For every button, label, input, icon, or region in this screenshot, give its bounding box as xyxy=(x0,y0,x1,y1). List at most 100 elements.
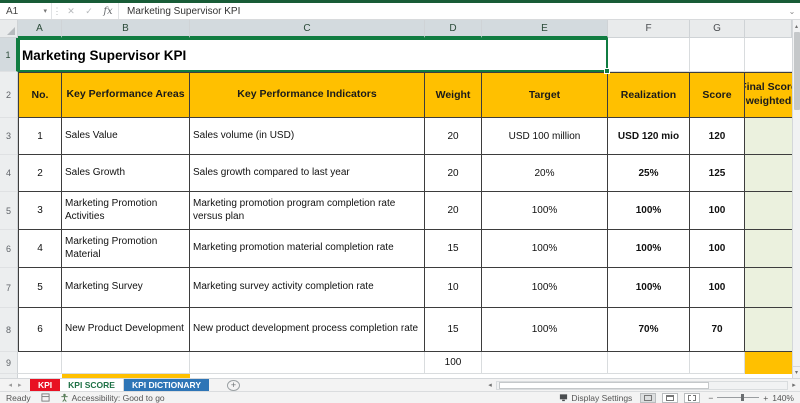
fill-handle[interactable] xyxy=(604,68,610,74)
scroll-down-icon[interactable]: ▾ xyxy=(793,366,800,378)
cell-target-2[interactable]: 20% xyxy=(482,155,608,192)
cell-e9[interactable] xyxy=(482,352,608,374)
name-box[interactable]: A1 ▾ xyxy=(0,3,52,19)
header-weight[interactable]: Weight xyxy=(425,72,482,118)
vertical-scrollbar[interactable]: ▴ ▾ xyxy=(792,20,800,378)
row-header-5[interactable]: 5 xyxy=(0,192,18,230)
column-header-a[interactable]: A xyxy=(18,20,62,38)
name-box-dropdown-icon[interactable]: ▾ xyxy=(43,7,47,15)
cell-weight-6[interactable]: 15 xyxy=(425,308,482,352)
header-no[interactable]: No. xyxy=(18,72,62,118)
row-header-6[interactable]: 6 xyxy=(0,230,18,268)
page-break-view-button[interactable] xyxy=(684,392,701,403)
sheet-tab-kpi[interactable]: KPI xyxy=(30,379,61,391)
scroll-left-icon[interactable]: ◂ xyxy=(484,381,496,389)
column-header-g[interactable]: G xyxy=(690,20,745,38)
cell-weight-4[interactable]: 15 xyxy=(425,230,482,268)
expand-formula-bar-icon[interactable]: ⌄ xyxy=(784,7,800,16)
cell-area-2[interactable]: Sales Growth xyxy=(62,155,190,192)
cell-final-6[interactable] xyxy=(745,308,792,352)
cell-indicator-1[interactable]: Sales volume (in USD) xyxy=(190,118,425,155)
cancel-icon[interactable]: ✕ xyxy=(62,6,80,17)
cell-target-1[interactable]: USD 100 million xyxy=(482,118,608,155)
cell-no-3[interactable]: 3 xyxy=(18,192,62,230)
cell-g9[interactable] xyxy=(690,352,745,374)
cell-score-4[interactable]: 100 xyxy=(690,230,745,268)
cell-final-4[interactable] xyxy=(745,230,792,268)
cell-score-5[interactable]: 100 xyxy=(690,268,745,308)
cell-indicator-5[interactable]: Marketing survey activity completion rat… xyxy=(190,268,425,308)
cell-indicator-2[interactable]: Sales growth compared to last year xyxy=(190,155,425,192)
cell-no-6[interactable]: 6 xyxy=(18,308,62,352)
header-areas[interactable]: Key Performance Areas xyxy=(62,72,190,118)
row-header-9[interactable]: 9 xyxy=(0,352,18,374)
row-header-4[interactable]: 4 xyxy=(0,155,18,192)
cell-total-weight[interactable]: 100 xyxy=(425,352,482,374)
scroll-up-icon[interactable]: ▴ xyxy=(793,20,800,32)
cell-area-4[interactable]: Marketing Promotion Material xyxy=(62,230,190,268)
horizontal-scrollbar-thumb[interactable] xyxy=(499,381,709,389)
cell-area-1[interactable]: Sales Value xyxy=(62,118,190,155)
zoom-slider-thumb[interactable] xyxy=(741,394,745,401)
cell-no-4[interactable]: 4 xyxy=(18,230,62,268)
cell-area-6[interactable]: New Product Development xyxy=(62,308,190,352)
cell-target-3[interactable]: 100% xyxy=(482,192,608,230)
cell-realization-3[interactable]: 100% xyxy=(608,192,690,230)
cell-no-1[interactable]: 1 xyxy=(18,118,62,155)
cell-target-5[interactable]: 100% xyxy=(482,268,608,308)
cell-a10[interactable] xyxy=(18,374,62,378)
prev-sheet-icon[interactable]: ◂ xyxy=(8,381,12,389)
cell-f1[interactable] xyxy=(608,38,690,72)
cell-h1[interactable] xyxy=(745,38,792,72)
insert-function-icon[interactable]: fx xyxy=(98,6,118,17)
cell-indicator-4[interactable]: Marketing promotion material completion … xyxy=(190,230,425,268)
row-header-2[interactable]: 2 xyxy=(0,72,18,118)
zoom-in-icon[interactable]: + xyxy=(763,393,768,403)
cell-realization-1[interactable]: USD 120 mio xyxy=(608,118,690,155)
cell-indicator-6[interactable]: New product development process completi… xyxy=(190,308,425,352)
formula-input[interactable]: Marketing Supervisor KPI xyxy=(118,3,784,19)
title-cell[interactable]: Marketing Supervisor KPI xyxy=(18,38,608,72)
row-header-1[interactable]: 1 xyxy=(0,38,18,72)
sheet-tab-kpi-score[interactable]: KPI SCORE xyxy=(60,379,124,391)
cell-no-5[interactable]: 5 xyxy=(18,268,62,308)
select-all-button[interactable] xyxy=(0,20,18,38)
column-header-b[interactable]: B xyxy=(62,20,190,38)
cell-c9[interactable] xyxy=(190,352,425,374)
new-sheet-icon[interactable]: + xyxy=(227,379,241,391)
cell-realization-6[interactable]: 70% xyxy=(608,308,690,352)
cell-weight-1[interactable]: 20 xyxy=(425,118,482,155)
cell-final-1[interactable] xyxy=(745,118,792,155)
cell-weight-5[interactable]: 10 xyxy=(425,268,482,308)
sheet-tab-kpi-dictionary[interactable]: KPI DICTIONARY xyxy=(123,379,210,391)
next-sheet-icon[interactable]: ▸ xyxy=(18,381,22,389)
row-header-3[interactable]: 3 xyxy=(0,118,18,155)
zoom-level[interactable]: 140% xyxy=(772,393,794,403)
cell-realization-4[interactable]: 100% xyxy=(608,230,690,268)
cell-realization-5[interactable]: 100% xyxy=(608,268,690,308)
cell-weight-3[interactable]: 20 xyxy=(425,192,482,230)
header-score[interactable]: Score xyxy=(690,72,745,118)
column-header-c[interactable]: C xyxy=(190,20,425,38)
page-layout-view-button[interactable] xyxy=(662,392,679,403)
cell-b10[interactable] xyxy=(62,374,190,378)
row-header-10[interactable] xyxy=(0,374,18,378)
cell-indicator-3[interactable]: Marketing promotion program completion r… xyxy=(190,192,425,230)
cell-score-6[interactable]: 70 xyxy=(690,308,745,352)
cell-target-4[interactable]: 100% xyxy=(482,230,608,268)
column-header-h[interactable] xyxy=(745,20,792,38)
row-header-8[interactable]: 8 xyxy=(0,308,18,352)
cell-area-3[interactable]: Marketing Promotion Activities xyxy=(62,192,190,230)
cell-final-5[interactable] xyxy=(745,268,792,308)
header-indicators[interactable]: Key Performance Indicators xyxy=(190,72,425,118)
cell-final-2[interactable] xyxy=(745,155,792,192)
cell-area-5[interactable]: Marketing Survey xyxy=(62,268,190,308)
cell-score-1[interactable]: 120 xyxy=(690,118,745,155)
vertical-scrollbar-thumb[interactable] xyxy=(793,32,800,110)
display-settings-button[interactable]: Display Settings xyxy=(559,393,632,403)
normal-view-button[interactable] xyxy=(640,392,657,403)
horizontal-scrollbar-track[interactable] xyxy=(496,380,788,390)
macro-record-icon[interactable] xyxy=(41,393,50,402)
accessibility-status[interactable]: Accessibility: Good to go xyxy=(60,393,165,403)
cell-b9[interactable] xyxy=(62,352,190,374)
